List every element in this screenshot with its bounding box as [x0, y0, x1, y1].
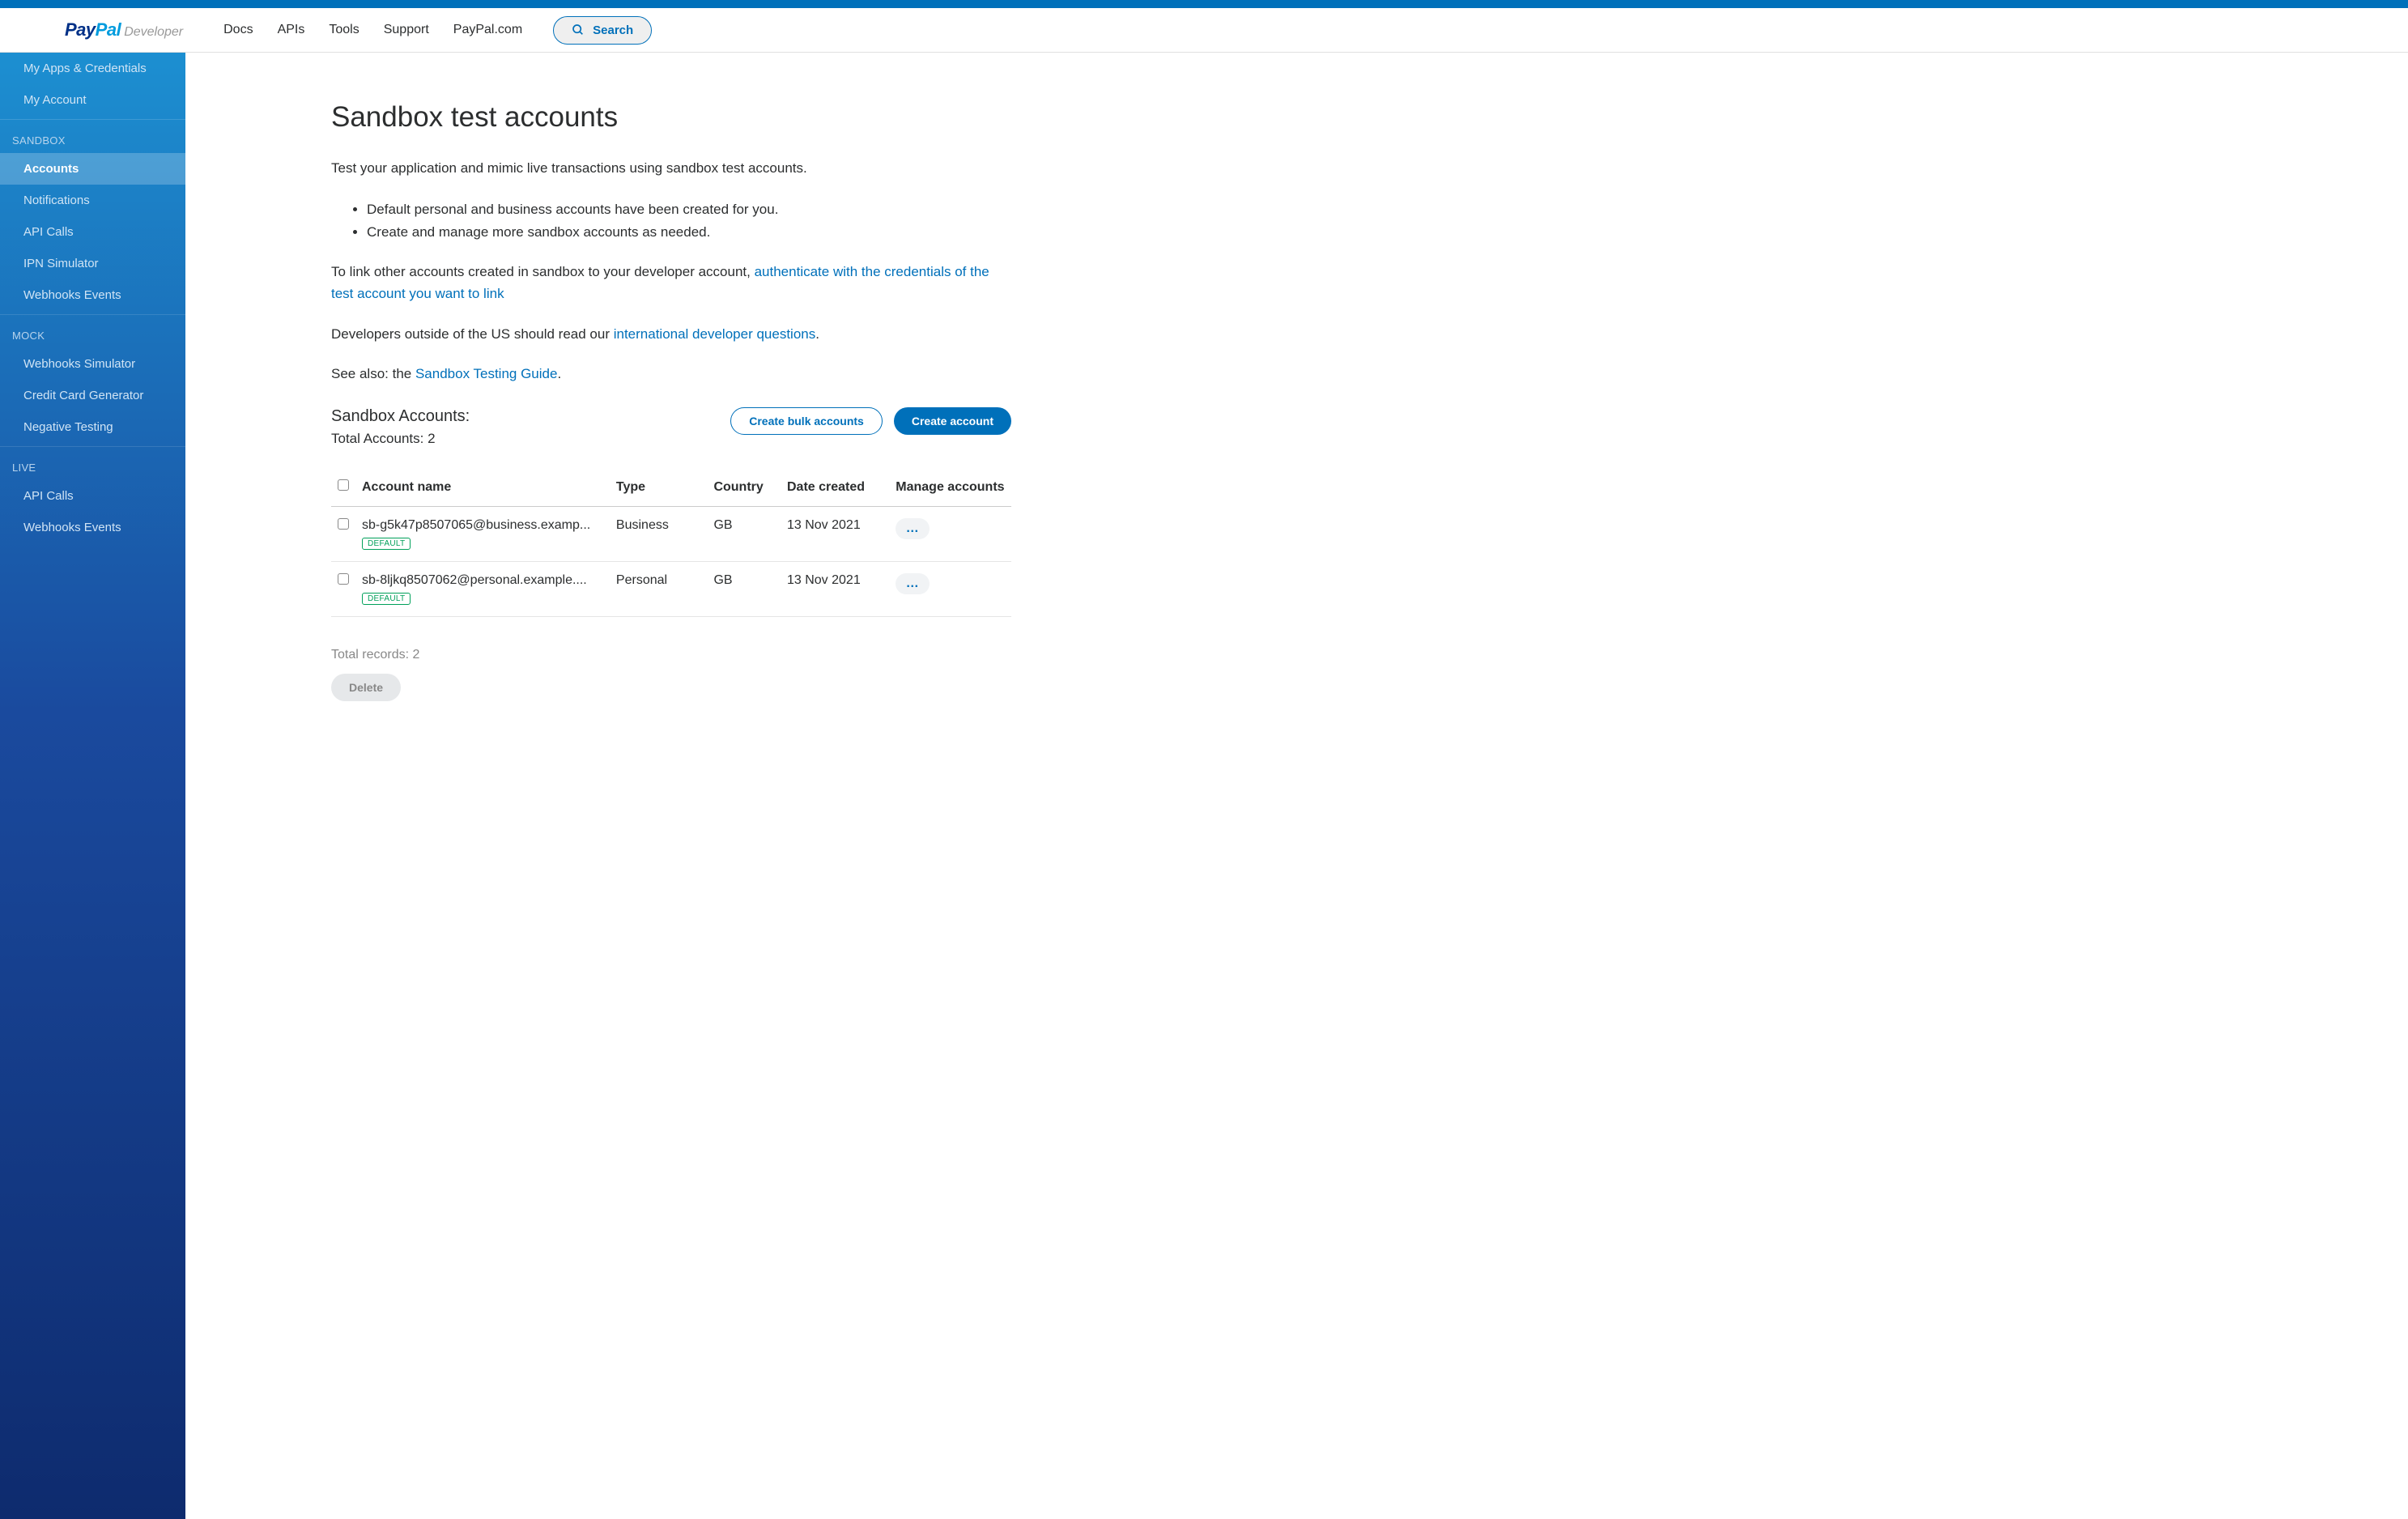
account-type: Personal	[610, 562, 708, 617]
account-name: sb-8ljkq8507062@personal.example....	[362, 573, 603, 588]
bullet-item: Default personal and business accounts h…	[367, 198, 1011, 222]
table-row: sb-g5k47p8507065@business.examp... DEFAU…	[331, 507, 1011, 562]
select-all-checkbox[interactable]	[338, 479, 349, 491]
see-also-paragraph: See also: the Sandbox Testing Guide.	[331, 363, 1011, 385]
top-bar	[0, 0, 2408, 8]
page-title: Sandbox test accounts	[331, 101, 1011, 134]
header: PayPal Developer Docs APIs Tools Support…	[0, 8, 2408, 53]
nav-paypal-com[interactable]: PayPal.com	[453, 23, 522, 37]
sidebar-section-live: LIVE	[0, 446, 185, 480]
header-type: Type	[610, 471, 708, 507]
intl-paragraph: Developers outside of the US should read…	[331, 323, 1011, 345]
sidebar-item-credit-card-generator[interactable]: Credit Card Generator	[0, 380, 185, 411]
header-manage: Manage accounts	[889, 471, 1011, 507]
sidebar-item-api-calls-live[interactable]: API Calls	[0, 480, 185, 512]
section-title: Sandbox Accounts:	[331, 407, 470, 426]
sidebar-section-sandbox: SANDBOX	[0, 120, 185, 153]
see-also-link[interactable]: Sandbox Testing Guide	[415, 366, 557, 381]
sidebar-item-webhooks-events-sandbox[interactable]: Webhooks Events	[0, 279, 185, 311]
total-accounts-label: Total Accounts:	[331, 431, 428, 446]
top-nav: Docs APIs Tools Support PayPal.com Searc…	[223, 16, 652, 45]
default-badge: DEFAULT	[362, 538, 411, 550]
sidebar-item-accounts[interactable]: Accounts	[0, 153, 185, 185]
create-bulk-button[interactable]: Create bulk accounts	[730, 407, 883, 435]
table-row: sb-8ljkq8507062@personal.example.... DEF…	[331, 562, 1011, 617]
account-name: sb-g5k47p8507065@business.examp...	[362, 518, 603, 533]
bullet-item: Create and manage more sandbox accounts …	[367, 221, 1011, 245]
sidebar-item-webhooks-events-live[interactable]: Webhooks Events	[0, 512, 185, 543]
nav-docs[interactable]: Docs	[223, 23, 253, 37]
row-checkbox[interactable]	[338, 573, 349, 585]
account-country: GB	[707, 562, 781, 617]
sidebar-item-webhooks-simulator[interactable]: Webhooks Simulator	[0, 348, 185, 380]
intro-text: Test your application and mimic live tra…	[331, 158, 1011, 179]
total-records-label: Total records:	[331, 648, 412, 662]
nav-apis[interactable]: APIs	[278, 23, 305, 37]
see-also-prefix: See also: the	[331, 366, 415, 381]
sidebar-item-my-apps[interactable]: My Apps & Credentials	[0, 53, 185, 84]
total-records: Total records: 2	[331, 648, 1011, 662]
sidebar: My Apps & Credentials My Account SANDBOX…	[0, 53, 185, 1519]
header-checkbox-cell	[331, 471, 355, 507]
sidebar-item-api-calls-sandbox[interactable]: API Calls	[0, 216, 185, 248]
intl-suffix: .	[815, 326, 819, 342]
total-accounts-value: 2	[428, 431, 435, 446]
intl-prefix: Developers outside of the US should read…	[331, 326, 614, 342]
sidebar-item-negative-testing[interactable]: Negative Testing	[0, 411, 185, 443]
logo[interactable]: PayPal Developer	[65, 19, 183, 40]
sidebar-item-notifications[interactable]: Notifications	[0, 185, 185, 216]
account-date: 13 Nov 2021	[781, 507, 889, 562]
logo-pay: Pay	[65, 19, 96, 40]
bullet-list: Default personal and business accounts h…	[331, 198, 1011, 245]
nav-tools[interactable]: Tools	[329, 23, 359, 37]
total-records-value: 2	[412, 648, 419, 662]
intl-link[interactable]: international developer questions	[614, 326, 816, 342]
search-label: Search	[593, 23, 633, 37]
sidebar-section-mock: MOCK	[0, 314, 185, 348]
manage-button[interactable]: …	[896, 573, 930, 594]
nav-support[interactable]: Support	[384, 23, 429, 37]
manage-button[interactable]: …	[896, 518, 930, 539]
see-also-suffix: .	[557, 366, 561, 381]
account-country: GB	[707, 507, 781, 562]
delete-button[interactable]: Delete	[331, 674, 401, 701]
logo-developer: Developer	[124, 25, 183, 40]
default-badge: DEFAULT	[362, 593, 411, 605]
sidebar-item-my-account[interactable]: My Account	[0, 84, 185, 116]
search-button[interactable]: Search	[553, 16, 652, 45]
row-checkbox[interactable]	[338, 518, 349, 530]
sidebar-item-ipn-simulator[interactable]: IPN Simulator	[0, 248, 185, 279]
header-name: Account name	[355, 471, 610, 507]
account-type: Business	[610, 507, 708, 562]
main-content: Sandbox test accounts Test your applicat…	[185, 53, 1157, 1519]
account-date: 13 Nov 2021	[781, 562, 889, 617]
logo-pal: Pal	[96, 19, 121, 40]
header-date: Date created	[781, 471, 889, 507]
search-icon	[572, 23, 585, 36]
total-accounts: Total Accounts: 2	[331, 431, 470, 447]
link-para-prefix: To link other accounts created in sandbo…	[331, 264, 755, 279]
accounts-table: Account name Type Country Date created M…	[331, 471, 1011, 617]
create-account-button[interactable]: Create account	[894, 407, 1011, 435]
header-country: Country	[707, 471, 781, 507]
link-paragraph: To link other accounts created in sandbo…	[331, 261, 1011, 304]
